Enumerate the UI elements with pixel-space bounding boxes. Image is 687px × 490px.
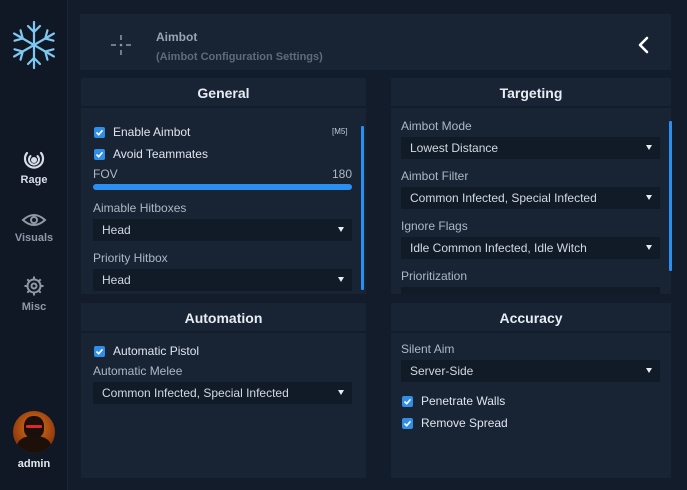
chevron-down-icon	[338, 390, 344, 395]
enable-aimbot-checkbox[interactable]: Enable Aimbot	[94, 125, 190, 139]
aimable-hitboxes-select[interactable]: Head	[93, 219, 352, 241]
check-icon	[95, 348, 104, 355]
aimbot-filter-label: Aimbot Filter	[401, 169, 469, 183]
sidebar-item-label: Rage	[20, 174, 48, 186]
panel-title: General	[81, 78, 366, 108]
sidebar-item-visuals[interactable]: Visuals	[0, 212, 68, 244]
sidebar-item-label: Visuals	[14, 232, 54, 244]
gear-icon	[24, 276, 44, 296]
checkbox-label: Remove Spread	[421, 416, 508, 430]
chevron-down-icon	[338, 227, 344, 232]
automatic-melee-label: Automatic Melee	[93, 364, 183, 378]
checkbox-checked[interactable]	[94, 148, 105, 160]
chevron-down-icon	[646, 145, 652, 150]
chevron-down-icon	[646, 245, 652, 250]
panel-title: Targeting	[391, 78, 671, 108]
checkbox-checked[interactable]	[402, 395, 413, 407]
select-value: Head	[102, 223, 131, 237]
fov-label: FOV	[93, 167, 118, 181]
crosshair-icon	[111, 35, 131, 55]
sidebar: Rage Visuals Misc admin	[0, 0, 68, 490]
silent-aim-select[interactable]: Server-Side	[401, 360, 660, 382]
automatic-melee-select[interactable]: Common Infected, Special Infected	[93, 382, 352, 404]
select-value: Lowest Distance	[410, 141, 499, 155]
select-value: Server-Side	[410, 364, 474, 378]
user-name: admin	[17, 458, 51, 470]
select-value: Common Infected, Special Infected	[410, 191, 597, 205]
sidebar-item-rage[interactable]: Rage	[0, 150, 68, 186]
page-title: Aimbot	[156, 30, 198, 44]
chevron-down-icon	[338, 277, 344, 282]
chevron-left-icon[interactable]	[637, 36, 649, 54]
priority-hitbox-label: Priority Hitbox	[93, 251, 168, 265]
panel-title: Automation	[81, 303, 366, 333]
target-icon	[23, 151, 45, 169]
checkbox-label: Enable Aimbot	[113, 125, 191, 139]
silent-aim-label: Silent Aim	[401, 342, 455, 356]
priority-hitbox-select[interactable]: Head	[93, 269, 352, 291]
check-icon	[95, 151, 104, 158]
avoid-teammates-checkbox[interactable]: Avoid Teammates	[94, 147, 208, 161]
general-panel: General Enable Aimbot [M5] Avoid Teammat…	[81, 78, 366, 294]
prioritization-label: Prioritization	[401, 269, 468, 283]
automation-panel: Automation Automatic Pistol Automatic Me…	[81, 303, 366, 478]
remove-spread-checkbox[interactable]: Remove Spread	[402, 416, 508, 430]
checkbox-checked[interactable]	[94, 345, 105, 357]
chevron-down-icon	[646, 368, 652, 373]
fov-value: 180	[332, 167, 353, 181]
targeting-panel: Targeting Aimbot Mode Lowest Distance Ai…	[391, 78, 672, 294]
penetrate-walls-checkbox[interactable]: Penetrate Walls	[402, 394, 505, 408]
select-value: Common Infected, Special Infected	[102, 386, 289, 400]
sidebar-item-misc[interactable]: Misc	[0, 275, 68, 313]
sidebar-item-label: Misc	[21, 301, 47, 313]
avatar[interactable]	[13, 411, 55, 453]
ignore-flags-label: Ignore Flags	[401, 219, 468, 233]
aimable-hitboxes-label: Aimable Hitboxes	[93, 201, 187, 215]
scrollbar[interactable]	[669, 121, 672, 271]
select-value: Idle Common Infected, Idle Witch	[410, 241, 587, 255]
check-icon	[403, 398, 412, 405]
prioritization-select[interactable]	[401, 287, 660, 294]
keybind-badge[interactable]: [M5]	[332, 127, 348, 136]
snowflake-icon	[12, 20, 56, 70]
checkbox-label: Avoid Teammates	[113, 147, 208, 161]
checkbox-checked[interactable]	[402, 417, 413, 429]
check-icon	[95, 129, 104, 136]
check-icon	[403, 420, 412, 427]
aimbot-mode-label: Aimbot Mode	[401, 119, 472, 133]
fov-slider-fill	[93, 184, 352, 190]
chevron-down-icon	[646, 195, 652, 200]
eye-icon	[21, 214, 47, 226]
ignore-flags-select[interactable]: Idle Common Infected, Idle Witch	[401, 237, 660, 259]
checkbox-checked[interactable]	[94, 126, 105, 138]
checkbox-label: Penetrate Walls	[421, 394, 506, 408]
aimbot-filter-select[interactable]: Common Infected, Special Infected	[401, 187, 660, 209]
scrollbar[interactable]	[361, 126, 364, 290]
fov-slider[interactable]	[93, 184, 352, 190]
automatic-pistol-checkbox[interactable]: Automatic Pistol	[94, 344, 199, 358]
page-header: Aimbot (Aimbot Configuration Settings)	[80, 14, 671, 70]
select-value: Head	[102, 273, 131, 287]
checkbox-label: Automatic Pistol	[113, 344, 200, 358]
accuracy-panel: Accuracy Silent Aim Server-Side Penetrat…	[391, 303, 671, 478]
page-subtitle: (Aimbot Configuration Settings)	[156, 51, 323, 63]
aimbot-mode-select[interactable]: Lowest Distance	[401, 137, 660, 159]
panel-title: Accuracy	[391, 303, 671, 333]
